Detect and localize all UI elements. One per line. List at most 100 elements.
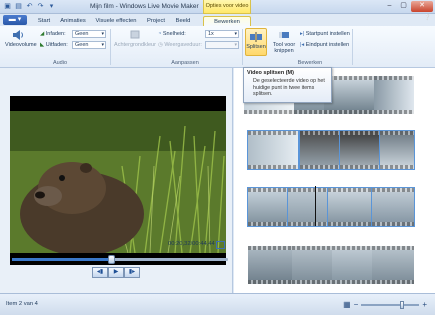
weergaveduur-text: Weergaveduur:: [164, 42, 202, 48]
tab-project[interactable]: Project: [144, 16, 168, 26]
chevron-down-icon: ▾: [234, 31, 237, 37]
eindpunt-button[interactable]: |◂ Eindpunt instellen: [300, 41, 349, 49]
zoom-out-icon[interactable]: −: [354, 300, 359, 309]
zoom-in-icon[interactable]: +: [422, 300, 427, 309]
group-divider: [352, 29, 353, 65]
quick-access-toolbar: ▣ ▤ ↶ ↷ ▾: [3, 2, 56, 11]
clip-thumbnail: [332, 246, 372, 284]
clip-thumbnail: [372, 246, 414, 284]
uitfaden-dropdown[interactable]: Geen ▾: [72, 41, 106, 49]
clip-row-4[interactable]: [248, 246, 414, 284]
clip-thumbnail: [371, 187, 415, 227]
close-button[interactable]: ✕: [411, 1, 433, 12]
bewerken-group-label: Bewerken: [297, 60, 323, 66]
tooltip-body: De geselecteerde video op het huidige pu…: [253, 78, 325, 97]
chevron-down-icon: ▾: [101, 42, 104, 48]
ribbon: Videovolume ◢ Infaden: Geen ▾ ◣ Uitfaden…: [0, 15, 435, 68]
splitsen-button[interactable]: Splitsen: [245, 28, 267, 56]
tool-voor-knippen-button[interactable]: Tool voor knippen: [270, 29, 298, 54]
achtergrondkleur-button[interactable]: Achtergrondkleur: [114, 29, 156, 48]
status-text: Item 2 van 4: [6, 301, 38, 307]
clip-row-2[interactable]: [247, 130, 415, 170]
clip-row-3[interactable]: [247, 187, 415, 227]
fullscreen-icon[interactable]: [216, 241, 225, 249]
tab-bewerken[interactable]: Bewerken: [203, 16, 251, 26]
start-point-icon: ▸|: [300, 31, 305, 37]
storyboard-playhead[interactable]: [315, 186, 316, 226]
snelheid-label: ◔ Snelheid:: [158, 30, 186, 38]
title-bar: ▣ ▤ ↶ ↷ ▾ Mijn film - Windows Live Movie…: [0, 0, 435, 14]
paint-bucket-icon: [130, 30, 140, 39]
videovolume-label: Videovolume: [5, 42, 37, 48]
next-frame-button[interactable]: ▮▸: [124, 267, 140, 278]
zoom-slider-knob[interactable]: [399, 300, 404, 309]
window-title: Mijn film - Windows Live Movie Maker: [90, 3, 199, 10]
weergaveduur-dropdown[interactable]: ▾: [205, 41, 239, 49]
infaden-label: ◢ Infaden:: [40, 30, 66, 38]
infaden-value: Geen: [75, 31, 89, 37]
videovolume-button[interactable]: Videovolume: [5, 29, 37, 48]
speaker-icon: [13, 30, 23, 40]
clip-thumbnail: [339, 130, 381, 170]
clip-thumbnail: [287, 187, 329, 227]
tooltip-title: Video splitsen (M): [247, 70, 294, 76]
aanpassen-group-label: Aanpassen: [171, 60, 199, 66]
customize-qat-icon[interactable]: ▾: [47, 2, 56, 11]
undo-icon[interactable]: ↶: [25, 2, 34, 11]
fade-in-icon: ◢: [40, 31, 45, 37]
group-divider: [110, 29, 111, 65]
clip-thumbnail: [299, 130, 341, 170]
clip-thumbnail: [247, 187, 289, 227]
clip-thumbnail: [379, 130, 415, 170]
eindpunt-label: Eindpunt instellen: [305, 42, 350, 48]
minimize-button[interactable]: –: [383, 1, 396, 12]
previous-frame-button[interactable]: ◂▮: [92, 267, 108, 278]
playback-controls: ◂▮ ▶ ▮▸: [92, 267, 140, 278]
file-menu-button[interactable]: ▬ ▾: [3, 15, 27, 25]
infaden-dropdown[interactable]: Geen ▾: [72, 30, 106, 38]
window-controls: – ▢ ✕: [383, 1, 433, 12]
storyboard-view-icon[interactable]: ▦: [343, 300, 351, 309]
chevron-down-icon: ▾: [234, 42, 237, 48]
status-bar: Item 2 van 4 ▦ − +: [0, 293, 435, 315]
uitfaden-value: Geen: [75, 42, 89, 48]
seek-bar[interactable]: [12, 255, 228, 264]
tab-start[interactable]: Start: [34, 16, 54, 26]
clip-thumbnail: [374, 76, 414, 114]
achtergrondkleur-label: Achtergrondkleur: [114, 42, 156, 48]
seek-thumb[interactable]: [108, 255, 116, 264]
zoom-slider[interactable]: [361, 300, 420, 309]
tab-animaties[interactable]: Animaties: [58, 16, 88, 26]
preview-panel: 00:20,32/00:44,44 ◂▮ ▶ ▮▸: [0, 68, 233, 293]
audio-group-label: Audio: [52, 60, 68, 66]
tool-voor-label-2: knippen: [274, 48, 294, 54]
play-button[interactable]: ▶: [108, 267, 124, 278]
clip-thumbnail: [248, 246, 292, 284]
app-icon[interactable]: ▣: [3, 2, 12, 11]
tab-beeld[interactable]: Beeld: [172, 16, 194, 26]
tab-visuele-effecten[interactable]: Visuele effecten: [92, 16, 140, 26]
timecode-readout: 00:20,32/00:44,44: [168, 241, 215, 247]
splitsen-tooltip: Video splitsen (M) De geselecteerde vide…: [243, 67, 332, 103]
end-point-icon: |◂: [300, 42, 305, 48]
redo-icon[interactable]: ↷: [36, 2, 45, 11]
fade-out-icon: ◣: [40, 42, 45, 48]
splitsen-label: Splitsen: [246, 44, 266, 50]
snelheid-value: 1x: [208, 31, 214, 37]
seek-bar-fill: [12, 258, 112, 261]
weergaveduur-label: ◷ Weergaveduur:: [158, 41, 202, 49]
help-icon[interactable]: ❔: [424, 14, 431, 22]
group-divider: [242, 29, 243, 65]
clip-thumbnail: [327, 187, 373, 227]
startpunt-button[interactable]: ▸| Startpunt instellen: [300, 30, 350, 38]
context-tab-header: Opties voor video: [203, 0, 251, 14]
clip-thumbnail: [247, 130, 299, 170]
uitfaden-text: Uitfaden:: [45, 42, 68, 48]
snelheid-text: Snelheid:: [162, 31, 186, 37]
maximize-button[interactable]: ▢: [397, 1, 410, 12]
video-preview[interactable]: [10, 96, 226, 265]
infaden-text: Infaden:: [45, 31, 66, 37]
save-icon[interactable]: ▤: [14, 2, 23, 11]
snelheid-dropdown[interactable]: 1x ▾: [205, 30, 239, 38]
video-frame-image: [10, 96, 226, 265]
